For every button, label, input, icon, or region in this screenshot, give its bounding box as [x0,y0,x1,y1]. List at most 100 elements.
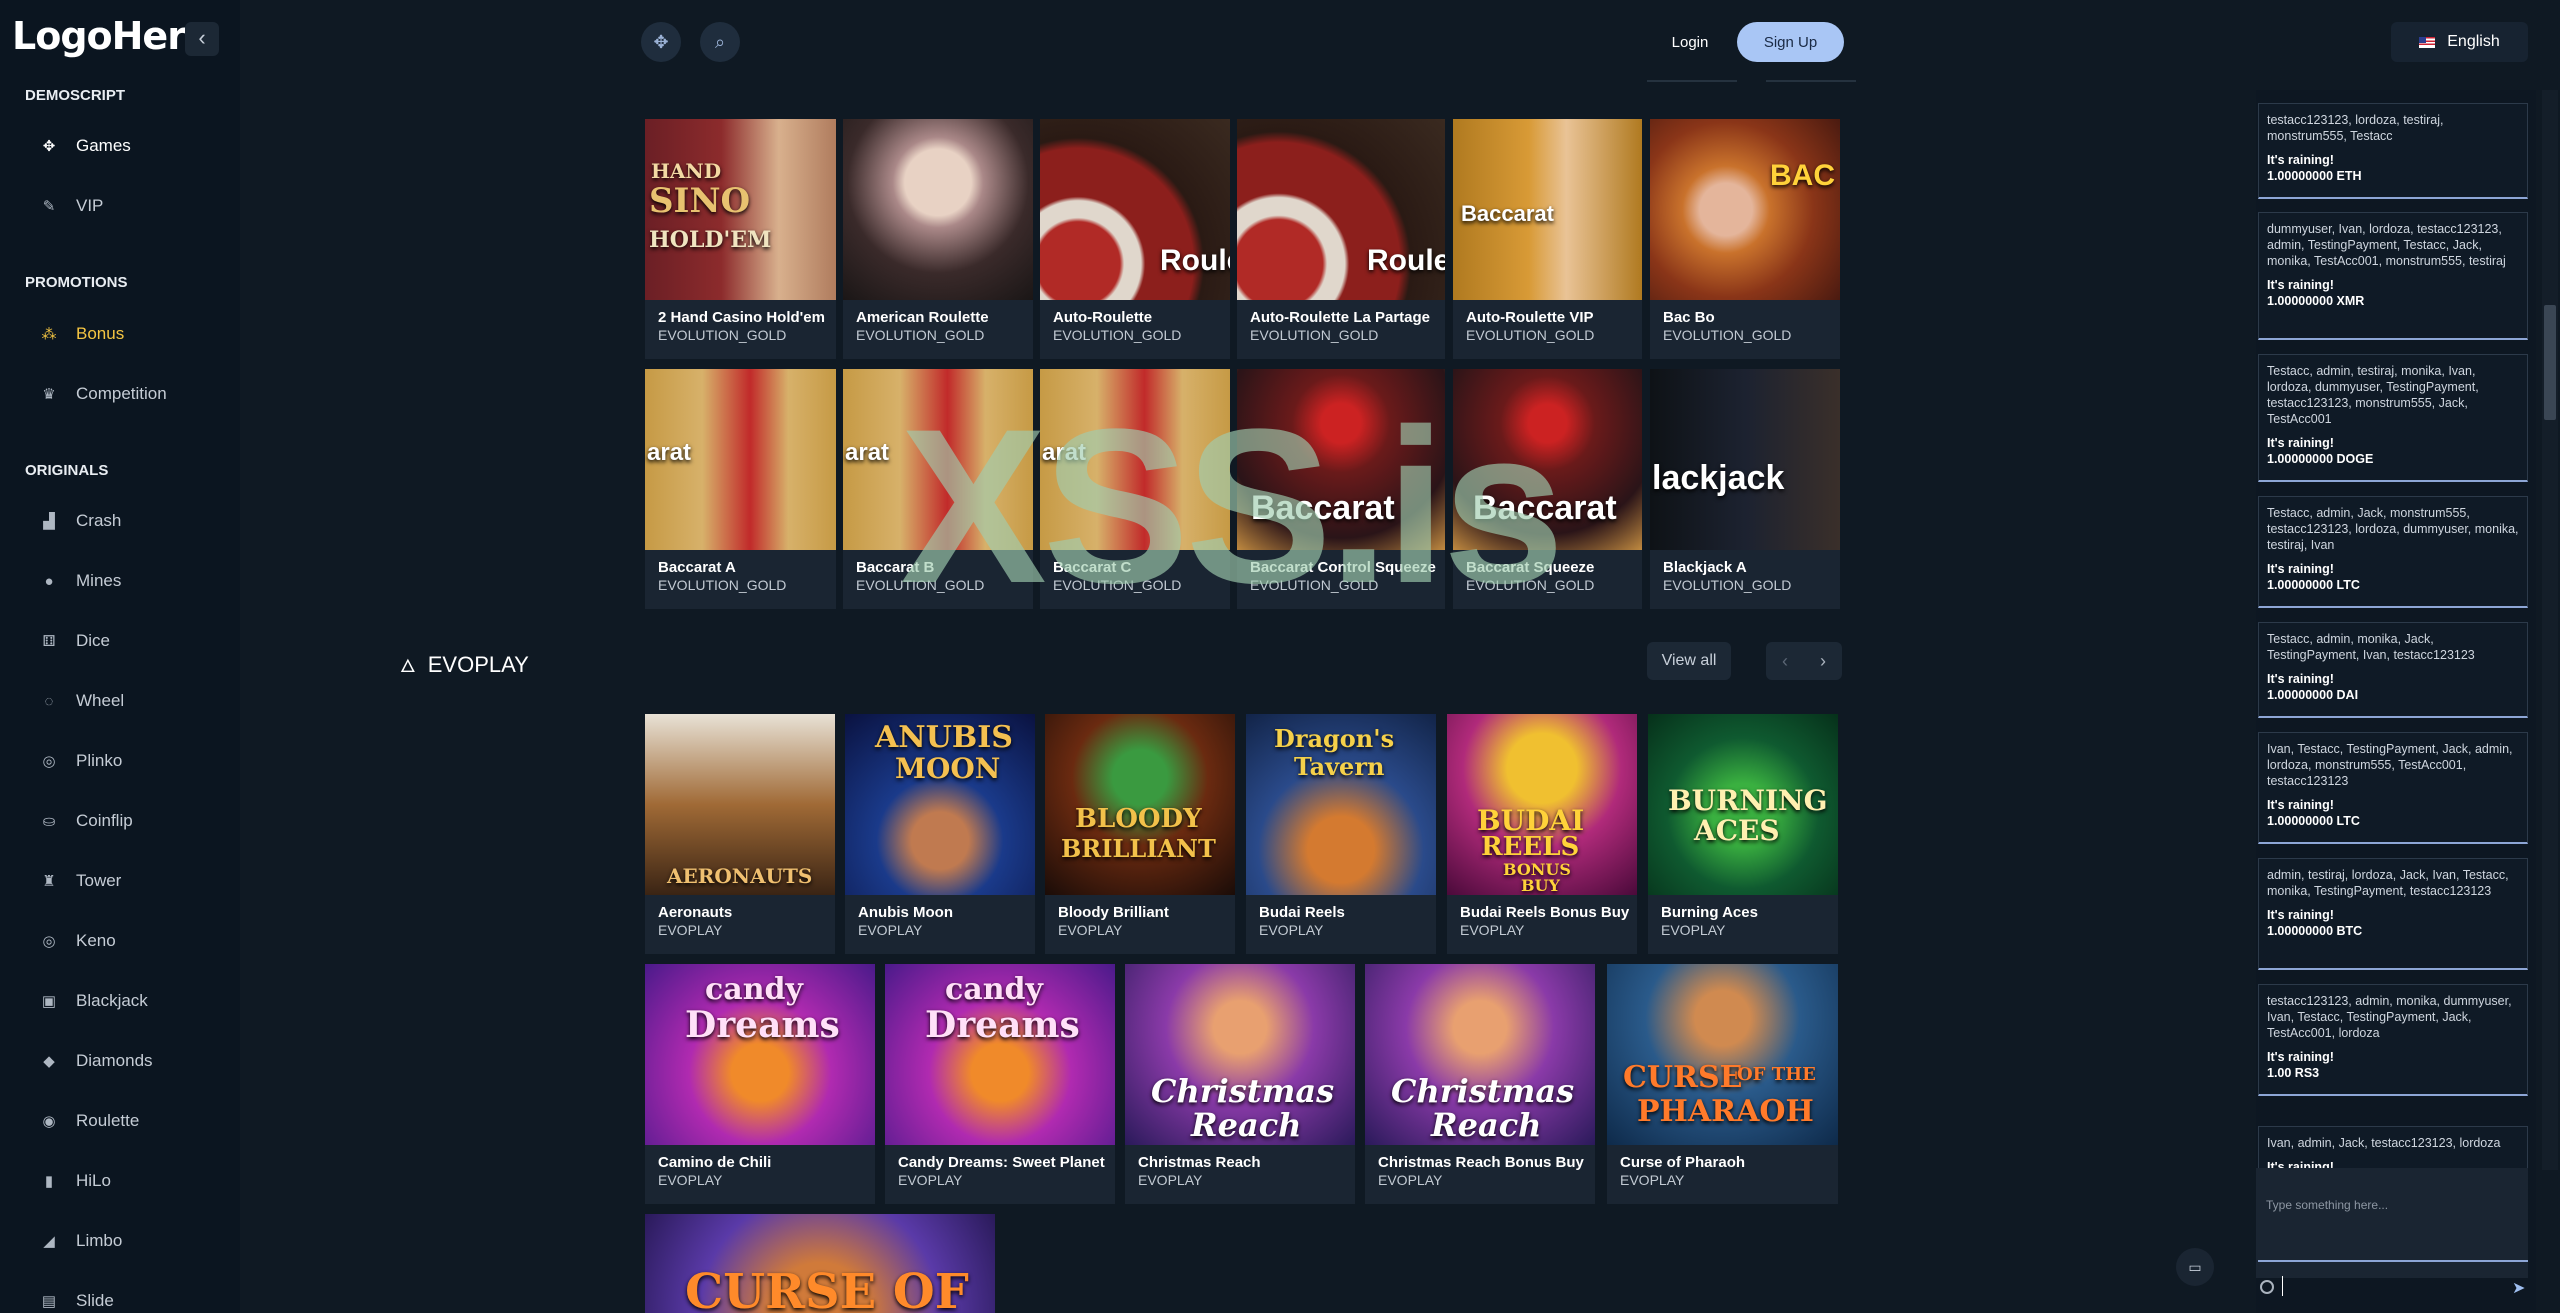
crash-icon: ▟ [43,513,55,530]
keno-icon: ◎ [42,933,56,950]
art-text: lackjack [1652,459,1785,497]
sidebar-item-label: Slide [76,1291,114,1310]
art-text: Roule [1160,244,1230,277]
language-selector[interactable]: English [2391,22,2528,62]
bonus-icon: ⁂ [41,326,57,343]
sidebar-item-dice[interactable]: ⚅ Dice [38,623,228,659]
game-card[interactable]: Roule Auto-Roulette EVOLUTION_GOLD [1040,119,1230,359]
game-title: Camino de Chili [658,1154,772,1171]
game-card[interactable]: candy Dreams Camino de Chili EVOPLAY [645,964,875,1204]
game-card[interactable]: Christmas Reach Christmas Reach EVOPLAY [1125,964,1355,1204]
game-card[interactable]: AERONAUTS Aeronauts EVOPLAY [645,714,835,954]
game-card[interactable]: BUDAI REELS BONUS BUY Budai Reels Bonus … [1447,714,1637,954]
art-text: BURNING [1668,784,1828,817]
sidebar-item-hilo[interactable]: ▮ HiLo [38,1163,228,1199]
chat-scrollbar-thumb[interactable] [2544,305,2556,420]
signup-button[interactable]: Sign Up [1737,22,1844,62]
chat-scrollbar[interactable] [2542,90,2558,1170]
game-card[interactable]: BLOODY BRILLIANT Bloody Brilliant EVOPLA… [1045,714,1235,954]
game-card[interactable]: candy Dreams Candy Dreams: Sweet Planet … [885,964,1115,1204]
rain-amount: 1.00000000 ETH [2267,169,2362,183]
game-card[interactable]: BURNING ACES Burning Aces EVOPLAY [1648,714,1838,954]
sidebar-item-competition[interactable]: ♛ Competition [38,376,228,412]
sidebar-item-keno[interactable]: ◎ Keno [38,923,228,959]
sidebar-item-label: Dice [76,631,111,650]
game-card[interactable]: ANUBIS MOON Anubis Moon EVOPLAY [845,714,1035,954]
game-card[interactable]: Roule Auto-Roulette La Partage EVOLUTION… [1237,119,1445,359]
sidebar-item-label: HiLo [76,1171,111,1190]
art-text: arat [647,439,692,466]
emoji-icon[interactable] [2260,1280,2274,1294]
sidebar-item-wheel[interactable]: ◌ Wheel [38,683,228,719]
game-card[interactable]: CURSE OF [645,1214,995,1313]
game-thumbnail: HAND SINO HOLD'EM [645,119,836,300]
chat-message: dummyuser, Ivan, lordoza, testacc123123,… [2258,212,2528,340]
section-title-promotions: PROMOTIONS [25,274,128,291]
game-title: Aeronauts [658,904,733,921]
art-text: Dreams [925,1004,1080,1046]
game-thumbnail: candy Dreams [885,964,1115,1145]
game-title: Bloody Brilliant [1058,904,1169,921]
sidebar-item-roulette[interactable]: ◉ Roulette [38,1103,228,1139]
game-thumbnail: BUDAI REELS BONUS BUY [1447,714,1637,895]
collapse-sidebar-button[interactable]: ‹ [185,22,219,56]
sidebar-item-slide[interactable]: ▤ Slide [38,1283,228,1313]
art-text: Dragon's [1274,724,1395,753]
game-provider: EVOPLAY [658,1172,723,1188]
chevron-right-icon[interactable]: › [1820,651,1826,672]
game-title: Anubis Moon [858,904,953,921]
game-card[interactable]: Baccarat Auto-Roulette VIP EVOLUTION_GOL… [1453,119,1642,359]
game-card[interactable]: Christmas Reach Christmas Reach Bonus Bu… [1365,964,1595,1204]
login-button[interactable]: Login [1660,22,1720,62]
rain-title: It's raining! [2267,1050,2334,1064]
game-title: Christmas Reach Bonus Buy [1378,1154,1584,1171]
sidebar-item-label: VIP [76,196,104,215]
sidebar-item-tower[interactable]: ♜ Tower [38,863,228,899]
sidebar-item-crash[interactable]: ▟ Crash [38,503,228,539]
game-card[interactable]: Baccarat Baccarat Squeeze EVOLUTION_GOLD [1453,369,1642,609]
view-all-button[interactable]: View all [1647,642,1731,680]
sidebar-item-bonus[interactable]: ⁂ Bonus [38,316,228,352]
game-card[interactable]: arat Baccarat C EVOLUTION_GOLD [1040,369,1230,609]
game-title: Budai Reels Bonus Buy [1460,904,1630,921]
game-card[interactable]: BAC Bac Bo EVOLUTION_GOLD [1650,119,1840,359]
game-thumbnail: arat [645,369,836,550]
game-card[interactable]: Dragon's Tavern Budai Reels EVOPLAY [1246,714,1436,954]
game-card[interactable]: Baccarat Baccarat Control Squeeze EVOLUT… [1237,369,1445,609]
sidebar-item-vip[interactable]: ✎ VIP [38,188,228,224]
game-provider: EVOPLAY [1661,922,1726,938]
game-card[interactable]: American Roulette EVOLUTION_GOLD [843,119,1033,359]
logo[interactable]: LogoHere [12,14,211,58]
sidebar-item-label: Keno [76,931,116,950]
sidebar-item-coinflip[interactable]: ⛀ Coinflip [38,803,228,839]
sidebar-item-blackjack[interactable]: ▣ Blackjack [38,983,228,1019]
sidebar-item-plinko[interactable]: ◎ Plinko [38,743,228,779]
sidebar-item-diamonds[interactable]: ◆ Diamonds [38,1043,228,1079]
game-provider: EVOPLAY [658,922,723,938]
art-text: Baccarat [1473,489,1617,527]
sidebar-item-limbo[interactable]: ◢ Limbo [38,1223,228,1259]
game-title: Auto-Roulette La Partage [1250,309,1431,326]
art-text: OF THE [1737,1064,1816,1085]
limbo-icon: ◢ [43,1233,55,1250]
blackjack-icon: ▣ [41,993,57,1010]
sidebar-item-games[interactable]: ✥ Games [38,128,228,164]
games-menu-button[interactable]: ✥ [641,22,681,62]
game-card[interactable]: CURSE OF THE PHARAOH Curse of Pharaoh EV… [1607,964,1838,1204]
game-title: Auto-Roulette [1053,309,1153,326]
game-title: Burning Aces [1661,904,1758,921]
game-card[interactable]: arat Baccarat B EVOLUTION_GOLD [843,369,1033,609]
search-button[interactable]: ⌕ [700,22,740,62]
chevron-left-icon[interactable]: ‹ [1782,651,1788,672]
game-provider: EVOLUTION_GOLD [856,327,985,343]
game-provider: EVOPLAY [858,922,923,938]
sidebar: LogoHere ‹ DEMOSCRIPT ✥ Games ✎ VIP PROMOT… [0,0,240,1313]
sidebar-item-mines[interactable]: ● Mines [38,563,228,599]
game-title: Blackjack A [1663,559,1747,576]
chat-toggle-button[interactable]: ▭ [2176,1248,2214,1286]
send-icon[interactable]: ➤ [2512,1278,2525,1298]
game-card[interactable]: arat Baccarat A EVOLUTION_GOLD [645,369,836,609]
rain-amount: 1.00000000 DOGE [2267,452,2374,466]
game-card[interactable]: lackjack Blackjack A EVOLUTION_GOLD [1650,369,1840,609]
game-card[interactable]: HAND SINO HOLD'EM 2 Hand Casino Hold'em … [645,119,836,359]
